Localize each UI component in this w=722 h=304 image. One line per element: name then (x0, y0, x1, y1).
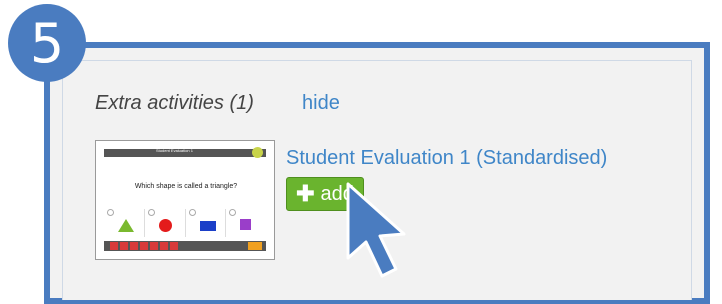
triangle-shape-icon (118, 219, 134, 232)
question-number-marker (160, 242, 168, 250)
question-number-marker (110, 242, 118, 250)
question-number-marker (120, 242, 128, 250)
step-number: 5 (29, 11, 65, 75)
radio-icon (229, 209, 237, 216)
thumbnail-header-title: Student Evaluation 1 (156, 148, 193, 153)
hide-link[interactable]: hide (302, 92, 340, 115)
thumbnail-question-numbers (110, 242, 178, 250)
option-rectangle (186, 209, 227, 237)
question-number-marker (150, 242, 158, 250)
activity-thumbnail[interactable]: Student Evaluation 1 Which shape is call… (95, 140, 275, 260)
option-circle (145, 209, 186, 237)
circle-shape-icon (158, 219, 172, 232)
activity-title-link[interactable]: Student Evaluation 1 (Standardised) (286, 147, 607, 170)
square-shape-icon (240, 219, 252, 230)
option-triangle (104, 209, 145, 237)
thumbnail-next-button (248, 242, 262, 250)
step-number-badge: 5 (8, 4, 86, 82)
mouse-pointer-icon (346, 182, 406, 278)
radio-icon (147, 209, 155, 216)
radio-icon (188, 209, 196, 216)
thumbnail-question: Which shape is called a triangle? (134, 183, 238, 190)
question-number-marker (130, 242, 138, 250)
question-number-marker (170, 242, 178, 250)
thumbnail-logo-icon (252, 147, 263, 158)
rectangle-shape-icon (199, 221, 216, 231)
radio-icon (107, 209, 114, 216)
option-square (226, 209, 266, 237)
plus-icon: ✚ (296, 181, 315, 206)
section-title: Extra activities (1) (95, 92, 254, 114)
question-number-marker (140, 242, 148, 250)
thumbnail-options (104, 209, 266, 237)
